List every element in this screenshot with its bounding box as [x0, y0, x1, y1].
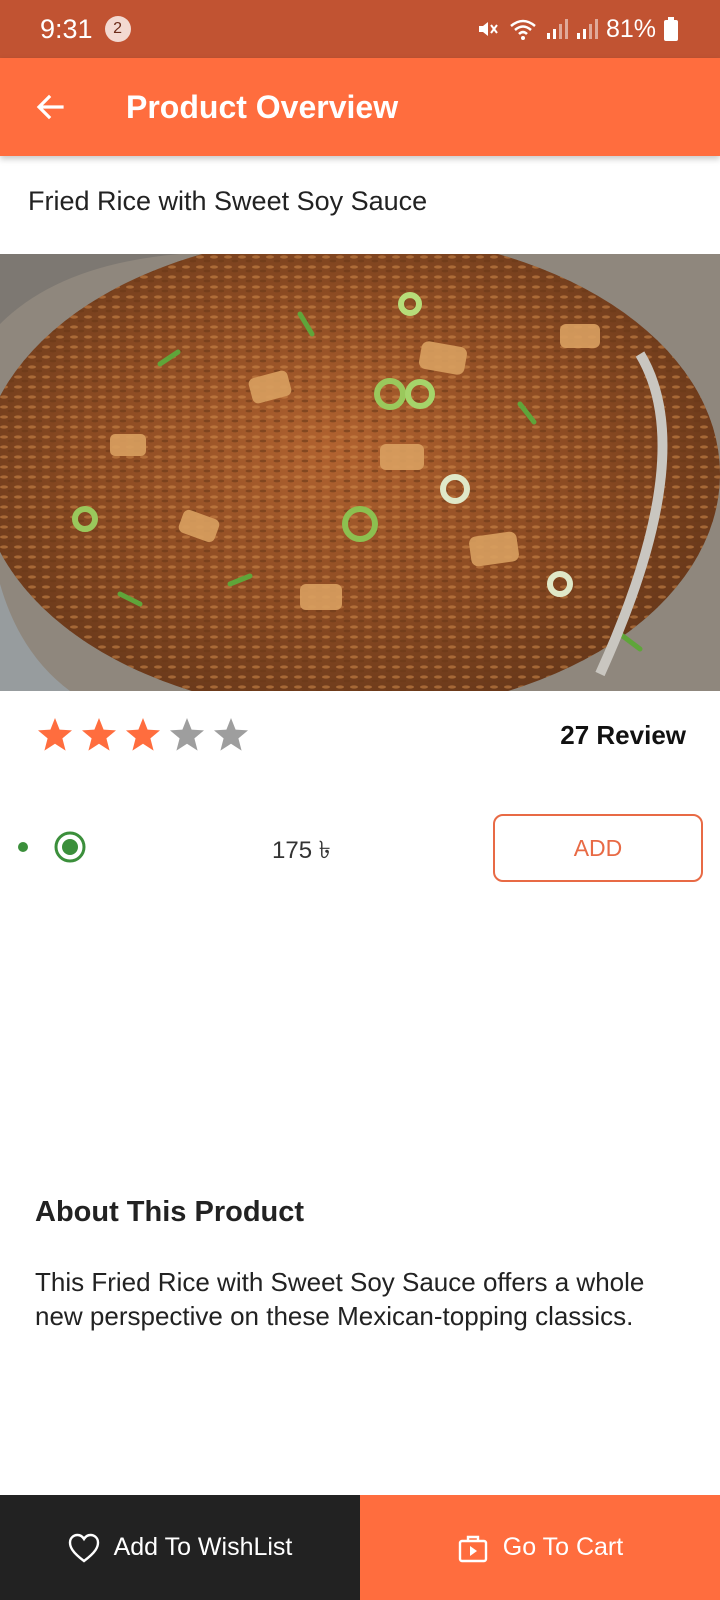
heart-icon — [68, 1533, 99, 1563]
go-to-cart-button[interactable]: Go To Cart — [360, 1495, 720, 1600]
back-button[interactable] — [20, 77, 80, 137]
battery-icon — [664, 17, 678, 41]
cart-label: Go To Cart — [502, 1533, 624, 1561]
add-button[interactable]: ADD — [493, 814, 703, 882]
about-text: This Fried Rice with Sweet Soy Sauce off… — [35, 1267, 645, 1331]
wifi-icon — [510, 19, 536, 40]
rating-row: 27 Review — [36, 712, 686, 758]
variant-row: 175 ৳ ADD — [0, 812, 720, 882]
status-left: 9:31 2 — [40, 14, 131, 45]
arrow-back-icon — [36, 94, 64, 120]
product-name: Fried Rice with Sweet Soy Sauce — [28, 186, 428, 216]
fried-rice-photo — [0, 254, 720, 691]
status-time: 9:31 — [40, 13, 93, 44]
battery-percent: 81% — [605, 14, 656, 43]
star-filled-icon — [38, 718, 72, 751]
price: 175 ৳ — [272, 837, 331, 864]
about-title: About This Product — [35, 1196, 305, 1228]
review-count[interactable]: 27 Review — [560, 720, 686, 751]
star-empty-icon — [214, 718, 248, 751]
star-filled-icon — [82, 718, 116, 751]
star-rating — [36, 716, 250, 754]
status-right: 81% — [476, 15, 678, 44]
add-to-wishlist-button[interactable]: Add To WishList — [0, 1495, 360, 1600]
bottom-bar: Add To WishList Go To Cart — [0, 1495, 720, 1600]
status-bar: 9:31 2 81% — [0, 0, 720, 58]
star-empty-icon — [170, 718, 204, 751]
signal-icon-2 — [576, 19, 598, 39]
cart-bag-icon — [458, 1535, 487, 1562]
notification-badge: 2 — [104, 16, 131, 42]
page-title: Product Overview — [126, 88, 399, 125]
product-image — [0, 254, 720, 691]
dot-indicator — [18, 842, 28, 852]
signal-icon — [546, 19, 568, 39]
app-bar: Product Overview — [0, 58, 720, 156]
radio-selected-icon[interactable] — [54, 831, 86, 863]
star-filled-icon — [126, 718, 160, 751]
wishlist-label: Add To WishList — [113, 1533, 293, 1561]
mute-icon — [478, 22, 498, 36]
